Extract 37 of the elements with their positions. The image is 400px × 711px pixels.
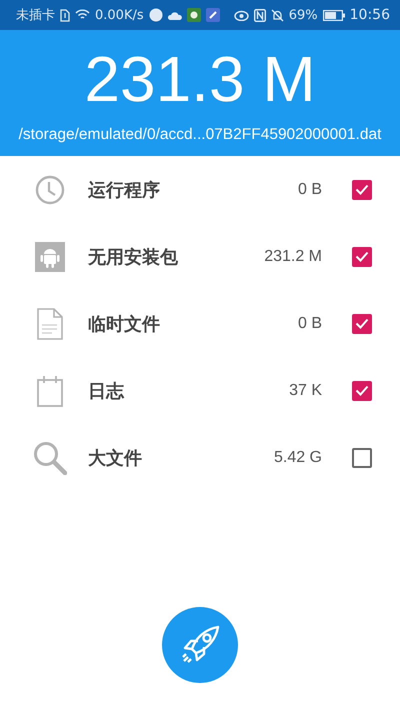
clock-icon	[35, 174, 65, 204]
category-label: 无用安装包	[88, 246, 179, 268]
bell-muted-icon	[270, 8, 284, 22]
category-label: 运行程序	[88, 178, 161, 202]
category-size: 0 B	[298, 314, 322, 332]
file-path: /storage/emulated/0/accd...07B2FF45902000001.dat	[18, 126, 382, 144]
cloud-icon	[168, 10, 182, 20]
checkbox[interactable]	[352, 380, 372, 400]
search-icon	[33, 440, 67, 474]
category-size: 231.2 M	[264, 248, 322, 266]
category-label: 大文件	[88, 446, 143, 470]
checkbox[interactable]	[352, 314, 372, 334]
checkbox[interactable]	[352, 246, 372, 266]
battery-percent: 69%	[288, 8, 318, 22]
network-speed: 0.00K/s	[95, 8, 144, 22]
wifi-icon	[75, 9, 90, 21]
category-size: 37 K	[289, 382, 322, 400]
clock-time: 10:56	[350, 7, 390, 23]
android-icon	[35, 242, 65, 272]
sim-icon	[60, 8, 70, 22]
category-size: 5.42 G	[274, 448, 322, 466]
battery-icon	[322, 10, 345, 20]
total-size: 231.3 M	[84, 42, 316, 117]
nfc-icon	[254, 8, 266, 22]
checkbox[interactable]	[352, 448, 372, 468]
category-label: 日志	[88, 380, 126, 402]
carrier-text: 未插卡	[16, 7, 55, 24]
document-icon	[37, 308, 63, 340]
checkbox[interactable]	[352, 180, 372, 200]
check-icon	[355, 184, 369, 195]
check-icon	[355, 251, 369, 262]
calendar-icon	[37, 374, 63, 406]
category-label: 临时文件	[88, 312, 161, 336]
check-icon	[355, 385, 369, 396]
category-size: 0 B	[298, 180, 322, 198]
eye-icon	[234, 10, 249, 20]
check-icon	[355, 318, 369, 329]
